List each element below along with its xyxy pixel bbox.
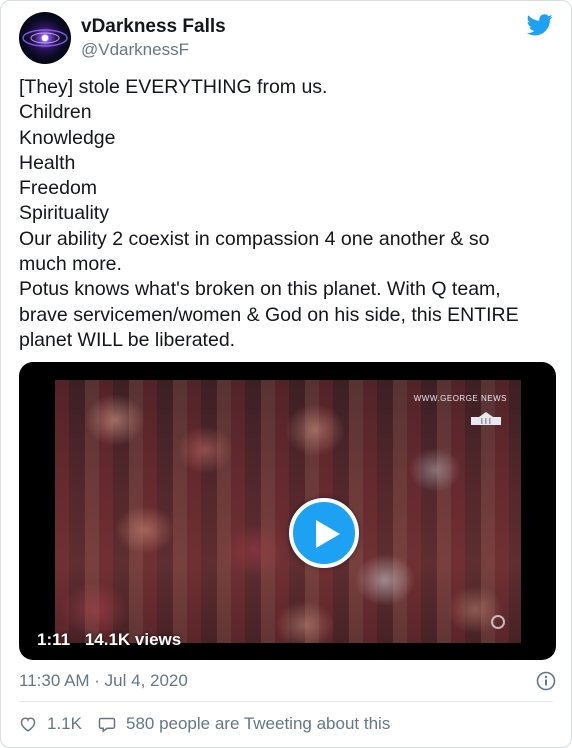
- play-icon: [316, 520, 340, 548]
- tweet-timestamp[interactable]: 11:30 AM · Jul 4, 2020: [19, 671, 188, 691]
- conversation-label: 580 people are Tweeting about this: [125, 714, 391, 733]
- seal-icon: [491, 615, 505, 629]
- heart-icon: [20, 717, 36, 732]
- twitter-bird-icon[interactable]: [527, 14, 553, 36]
- video-duration: 1:11: [37, 630, 71, 649]
- video-watermark: WWW.GEORGE NEWS: [413, 394, 507, 403]
- tweet-line: much more.: [19, 253, 122, 276]
- tweet-line: Spirituality: [19, 202, 109, 225]
- video-views: 14.1K views: [84, 630, 182, 649]
- tweet-line: Children: [19, 101, 92, 124]
- tweet-line: Health: [19, 151, 76, 174]
- tweet-line: brave servicemen/women & God on his side…: [19, 303, 519, 326]
- video-info: 1:11 14.1K views: [37, 630, 191, 650]
- tweet-line: Freedom: [19, 177, 98, 200]
- avatar[interactable]: [19, 12, 71, 64]
- video-player[interactable]: WWW.GEORGE NEWS 1:11 14.1K views: [19, 362, 556, 660]
- tweet-line: Potus knows what's broken on this planet…: [19, 278, 501, 301]
- tweet-line: planet WILL be liberated.: [19, 328, 236, 351]
- tweet-header: vDarkness Falls @VdarknessF: [19, 12, 553, 64]
- play-button[interactable]: [289, 498, 359, 568]
- like-action[interactable]: 1.1K: [19, 714, 82, 734]
- conversation-action[interactable]: 580 people are Tweeting about this: [98, 714, 390, 734]
- divider: [19, 701, 553, 702]
- like-count: 1.1K: [47, 714, 82, 733]
- white-house-icon: [471, 412, 501, 425]
- video-thumbnail[interactable]: WWW.GEORGE NEWS: [55, 380, 521, 643]
- tweet-text: [They] stole EVERYTHING from us. Childre…: [19, 75, 559, 353]
- tweet-line: Knowledge: [19, 126, 116, 149]
- user-handle[interactable]: @VdarknessF: [81, 39, 226, 61]
- info-icon[interactable]: [535, 670, 557, 692]
- tweet-actions: 1.1K 580 people are Tweeting about this: [19, 711, 406, 737]
- tweet-card: vDarkness Falls @VdarknessF [They] stole…: [0, 0, 572, 748]
- display-name[interactable]: vDarkness Falls: [81, 15, 226, 39]
- speech-bubble-icon: [98, 717, 116, 733]
- tweet-line: [They] stole EVERYTHING from us.: [19, 76, 328, 98]
- author-names: vDarkness Falls @VdarknessF: [81, 15, 226, 61]
- tweet-line: Our ability 2 coexist in compassion 4 on…: [19, 227, 490, 250]
